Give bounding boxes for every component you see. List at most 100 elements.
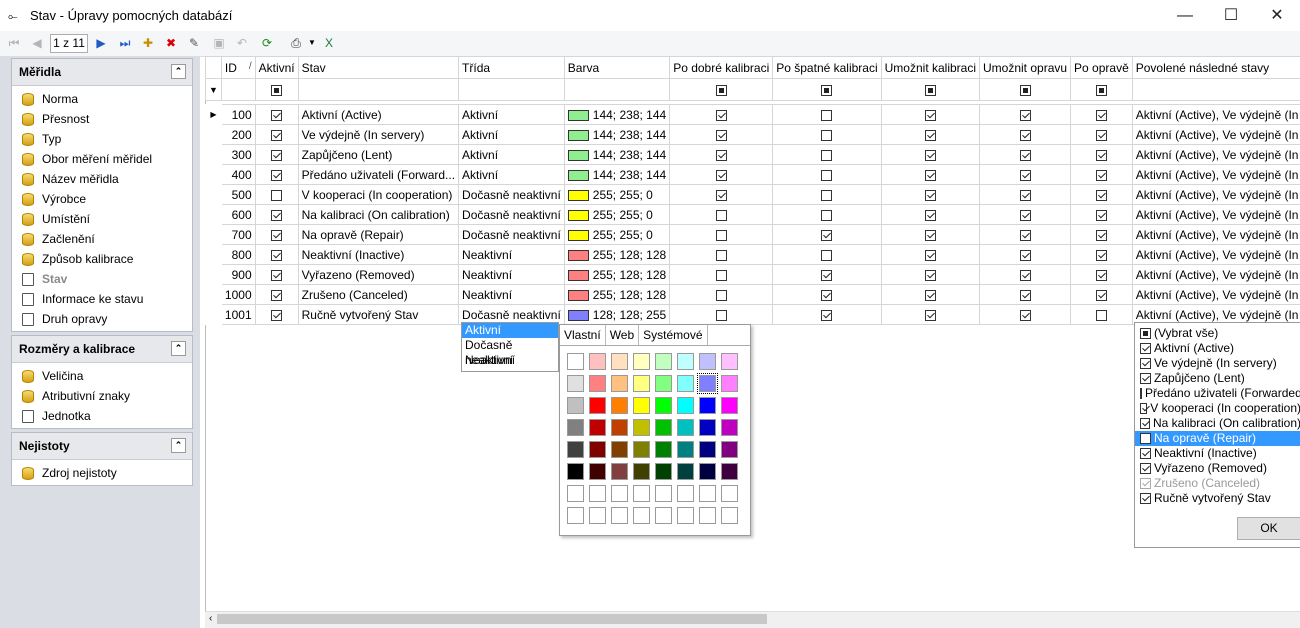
scroll-left-icon[interactable]: ‹ [209,613,212,624]
filter-cell[interactable] [772,78,882,101]
filter-option[interactable]: (Vybrat vše) [1135,326,1300,341]
checkbox[interactable] [1140,493,1151,504]
checkbox[interactable] [1019,189,1031,201]
edit-record-icon[interactable]: ✎ [185,34,203,52]
color-cell[interactable] [655,507,672,524]
sidebar-item[interactable]: Informace ke stavu [12,289,192,309]
checkbox[interactable] [1019,109,1031,121]
sidebar-item[interactable]: Druh opravy [12,309,192,329]
color-cell[interactable] [567,419,584,436]
color-cell[interactable] [589,397,606,414]
checkbox[interactable] [1019,269,1031,281]
column-header[interactable]: Stav [297,56,460,79]
color-tab[interactable]: Systémové [639,325,708,345]
cell-aktivni[interactable] [254,124,299,145]
checkbox[interactable] [715,149,727,161]
sidebar-item[interactable]: Obor měření měřidel [12,149,192,169]
filter-icon[interactable]: ▼ [205,78,222,101]
cell-id[interactable]: 1001 [220,304,256,325]
checkbox[interactable] [924,269,936,281]
cell-po-dobre-kalibraci[interactable] [669,304,774,325]
filter-cell[interactable] [297,78,460,101]
checkbox[interactable] [1140,358,1151,369]
checkbox[interactable] [715,229,727,241]
cell-aktivni[interactable] [254,144,299,165]
cell-po-dobre-kalibraci[interactable] [669,224,774,245]
undo-icon[interactable]: ↶ [233,34,251,52]
checkbox[interactable] [821,249,833,261]
checkbox[interactable] [924,189,936,201]
cell-trida[interactable]: Neaktivní [458,284,565,305]
color-cell[interactable] [611,397,628,414]
next-record-icon[interactable]: ▶ [92,34,110,52]
filter-checkbox[interactable] [924,84,936,96]
checkbox[interactable] [271,229,283,241]
sidebar-item[interactable]: Umístění [12,209,192,229]
sidebar-item[interactable]: Atributivní znaky [12,386,192,406]
cell-umoznit-opravu[interactable] [978,144,1072,165]
cell-umoznit-opravu[interactable] [978,284,1072,305]
filter-cell[interactable] [1131,78,1300,101]
checkbox[interactable] [271,149,283,161]
dropdown-option[interactable]: Dočasně neaktivní [462,338,558,367]
print-dropdown-icon[interactable]: ▼ [303,34,321,52]
color-cell[interactable] [699,441,716,458]
cell-id[interactable]: 100 [220,104,256,125]
cell-po-oprave[interactable] [1070,184,1133,205]
cell-po-spatne-kalibraci[interactable] [772,124,882,145]
cell-povolene-stavy[interactable]: Aktivní (Active), Ve výdejně (In s [1131,144,1300,165]
checkbox[interactable] [1140,448,1151,459]
cell-umoznit-opravu[interactable] [978,164,1072,185]
checkbox[interactable] [1095,189,1107,201]
color-cell[interactable] [633,397,650,414]
cell-po-dobre-kalibraci[interactable] [669,284,774,305]
checkbox[interactable] [821,109,833,121]
column-header[interactable]: Po dobré kalibraci [669,56,774,79]
color-cell[interactable] [655,441,672,458]
checkbox[interactable] [1095,169,1107,181]
cell-trida[interactable]: Dočasně neaktivní [458,224,565,245]
cell-barva[interactable]: 255; 255; 0 [563,224,671,245]
checkbox[interactable] [1140,328,1151,339]
cell-umoznit-kalibraci[interactable] [880,304,981,325]
color-cell[interactable] [655,375,672,392]
checkbox[interactable] [821,169,833,181]
color-cell[interactable] [633,485,650,502]
checkbox[interactable] [1019,229,1031,241]
color-cell[interactable] [721,375,738,392]
filter-option[interactable]: Vyřazeno (Removed) [1135,461,1300,476]
filter-cell[interactable] [880,78,981,101]
checkbox[interactable] [1140,388,1142,399]
cell-umoznit-kalibraci[interactable] [880,264,981,285]
color-cell[interactable] [721,419,738,436]
column-header[interactable]: Třída [458,56,565,79]
first-record-icon[interactable]: ⏮ [5,34,23,52]
cell-trida[interactable]: Neaktivní [458,244,565,265]
color-cell[interactable] [699,353,716,370]
checkbox[interactable] [271,169,283,181]
filter-checkbox[interactable] [821,84,833,96]
color-cell[interactable] [611,419,628,436]
color-cell[interactable] [677,375,694,392]
color-cell[interactable] [699,419,716,436]
cell-povolene-stavy[interactable]: Aktivní (Active), Ve výdejně (In s [1131,284,1300,305]
checkbox[interactable] [271,109,283,121]
sidebar-item[interactable]: Přesnost [12,109,192,129]
cell-umoznit-kalibraci[interactable] [880,224,981,245]
sidebar-item[interactable]: Typ [12,129,192,149]
cell-umoznit-opravu[interactable] [978,224,1072,245]
cell-barva[interactable]: 144; 238; 144 [563,144,671,165]
cell-stav[interactable]: Zapůjčeno (Lent) [297,144,460,165]
color-cell[interactable] [567,507,584,524]
color-cell[interactable] [633,507,650,524]
cell-povolene-stavy[interactable]: Aktivní (Active), Ve výdejně (In s [1131,264,1300,285]
color-cell[interactable] [633,353,650,370]
cell-po-oprave[interactable] [1070,204,1133,225]
checkbox[interactable] [715,209,727,221]
color-cell[interactable] [611,353,628,370]
filter-option[interactable]: Neaktivní (Inactive) [1135,446,1300,461]
cell-barva[interactable]: 255; 128; 128 [563,244,671,265]
color-cell[interactable] [699,463,716,480]
checkbox[interactable] [1019,169,1031,181]
filter-option[interactable]: Na kalibraci (On calibration) [1135,416,1300,431]
